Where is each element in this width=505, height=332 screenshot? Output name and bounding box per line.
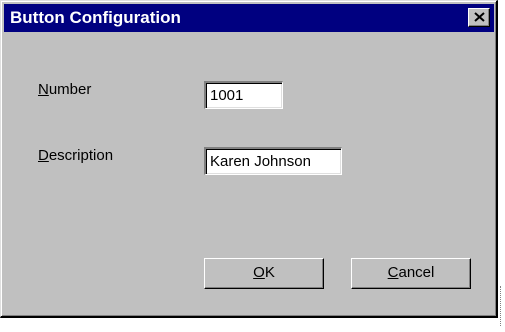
description-label-text: escription (48, 147, 114, 164)
number-label-mnemonic: N (38, 81, 49, 98)
window-edge-fragment (500, 286, 505, 326)
description-label-mnemonic: D (38, 147, 49, 164)
dialog-title: Button Configuration (10, 8, 181, 27)
ok-button-text: K (264, 264, 275, 281)
title-bar[interactable]: Button Configuration (4, 4, 494, 32)
close-button[interactable] (468, 8, 490, 27)
cancel-button[interactable]: Cancel (351, 258, 471, 289)
ok-button-mnemonic: O (253, 264, 265, 281)
cancel-button-text: ancel (398, 264, 435, 281)
description-label: Description (38, 147, 113, 164)
close-icon (474, 12, 485, 22)
description-field[interactable]: Karen Johnson (204, 147, 342, 175)
number-label: Number (38, 81, 91, 98)
cancel-button-mnemonic: C (387, 264, 399, 281)
ok-button[interactable]: OK (204, 258, 324, 289)
button-configuration-dialog: Button Configuration Number 1001 Descrip… (0, 0, 498, 318)
number-label-text: umber (48, 81, 92, 98)
number-field[interactable]: 1001 (204, 81, 283, 109)
